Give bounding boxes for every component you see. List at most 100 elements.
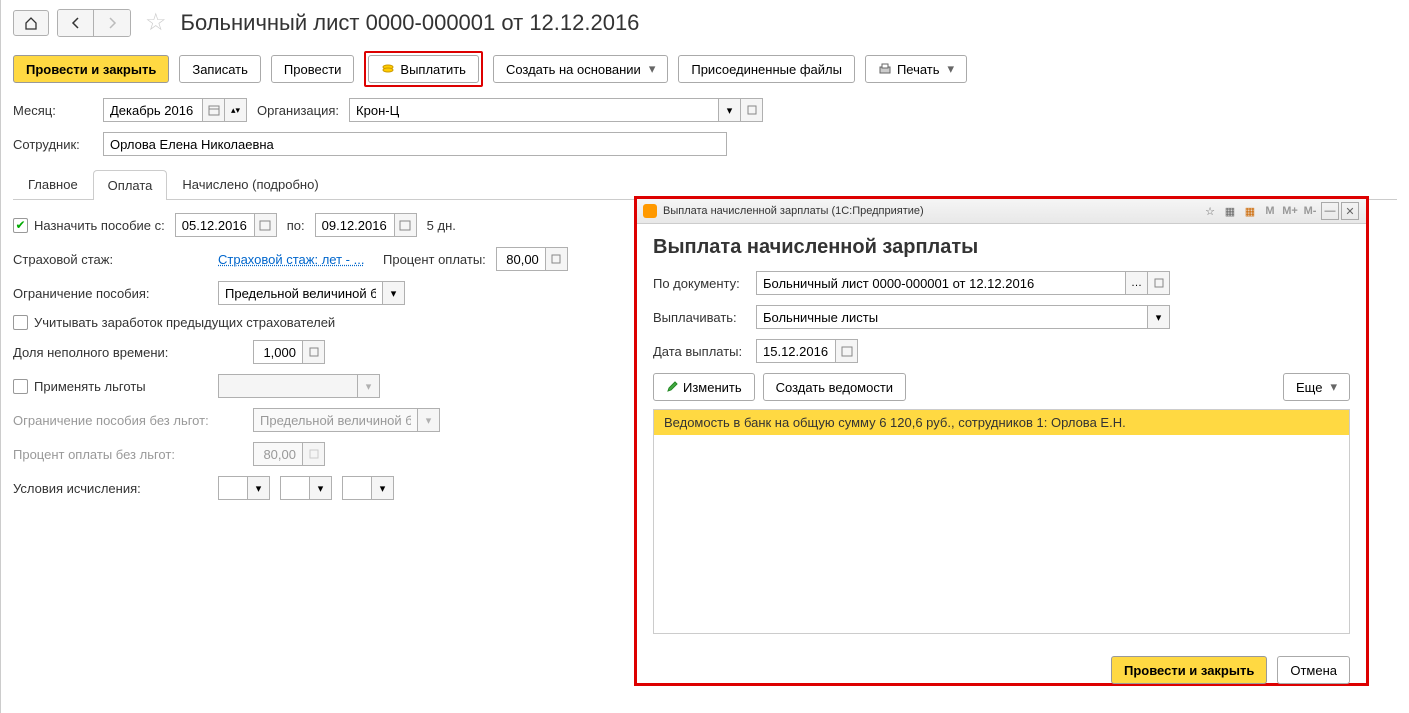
home-icon — [24, 16, 38, 30]
pay-type-label: Выплачивать: — [653, 310, 748, 325]
limit-dropdown-button[interactable]: ▾ — [383, 281, 405, 305]
back-button[interactable] — [58, 10, 94, 36]
part-time-input[interactable] — [253, 340, 303, 364]
percent-no-benefits-label: Процент оплаты без льгот: — [13, 447, 243, 462]
spinner-button[interactable]: ▴▾ — [225, 98, 247, 122]
save-button[interactable]: Записать — [179, 55, 261, 83]
employee-input[interactable] — [103, 132, 727, 156]
edit-label: Изменить — [683, 380, 742, 395]
pay-date-input[interactable] — [756, 339, 836, 363]
month-input-group: ▴▾ — [103, 98, 247, 122]
nav-group — [57, 9, 131, 37]
calculator-icon — [551, 254, 561, 264]
by-doc-open-button[interactable] — [1148, 271, 1170, 295]
cond2-group: ▾ — [280, 476, 332, 500]
cond1-group: ▾ — [218, 476, 270, 500]
percent-no-benefits-group — [253, 442, 325, 466]
post-and-close-button[interactable]: Провести и закрыть — [13, 55, 169, 83]
home-button[interactable] — [13, 10, 49, 36]
list-item[interactable]: Ведомость в банк на общую сумму 6 120,6 … — [654, 410, 1349, 435]
by-doc-input[interactable] — [756, 271, 1126, 295]
employee-row: Сотрудник: — [1, 127, 1409, 161]
calc-conditions-label: Условия исчисления: — [13, 481, 208, 496]
more-button[interactable]: Еще ▾ — [1283, 373, 1350, 401]
cond3-dropdown[interactable]: ▾ — [372, 476, 394, 500]
attached-files-button[interactable]: Присоединенные файлы — [678, 55, 855, 83]
mem-m-button[interactable]: M — [1261, 202, 1279, 220]
insurance-link[interactable]: Страховой стаж: лет - ... — [218, 252, 373, 267]
minimize-icon[interactable]: — — [1321, 202, 1339, 220]
mem-mplus-button[interactable]: M+ — [1281, 202, 1299, 220]
assign-benefit-checkbox-wrap[interactable]: ✔ Назначить пособие с: — [13, 218, 165, 233]
pay-date-calendar-button[interactable] — [836, 339, 858, 363]
open-button[interactable] — [741, 98, 763, 122]
dropdown-button[interactable]: ▾ — [719, 98, 741, 122]
mem-mminus-button[interactable]: M- — [1301, 202, 1319, 220]
popup-title: Выплата начисленной зарплаты — [653, 236, 1350, 259]
part-time-label: Доля неполного времени: — [13, 345, 243, 360]
cond2-input[interactable] — [280, 476, 310, 500]
org-input-group: ▾ — [349, 98, 763, 122]
apply-benefits-checkbox-wrap[interactable]: Применять льготы — [13, 379, 208, 394]
calc-icon[interactable]: ▦ — [1221, 202, 1239, 220]
arrow-left-icon — [69, 16, 83, 30]
create-based-button[interactable]: Создать на основании ▾ — [493, 55, 668, 83]
tab-main[interactable]: Главное — [13, 169, 93, 199]
pay-date-label: Дата выплаты: — [653, 344, 748, 359]
pay-percent-input[interactable] — [496, 247, 546, 271]
post-button[interactable]: Провести — [271, 55, 355, 83]
date-to-input[interactable] — [315, 213, 395, 237]
sheets-list[interactable]: Ведомость в банк на общую сумму 6 120,6 … — [653, 409, 1350, 634]
print-button[interactable]: Печать ▾ — [865, 55, 967, 83]
date-from-calendar-button[interactable] — [255, 213, 277, 237]
by-doc-select-button[interactable]: … — [1126, 271, 1148, 295]
month-input[interactable] — [103, 98, 203, 122]
favorite-star-icon[interactable]: ☆ — [145, 8, 167, 37]
prev-insurers-label: Учитывать заработок предыдущих страховат… — [34, 315, 335, 330]
popup-body: Выплата начисленной зарплаты По документ… — [637, 224, 1366, 646]
header: ☆ Больничный лист 0000-000001 от 12.12.2… — [1, 0, 1409, 45]
calendar-icon — [399, 219, 411, 231]
more-label: Еще — [1296, 380, 1322, 395]
part-time-calc-button[interactable] — [303, 340, 325, 364]
org-input[interactable] — [349, 98, 719, 122]
chevron-down-icon: ▾ — [649, 61, 656, 77]
calendar-icon — [841, 345, 853, 357]
create-sheets-button[interactable]: Создать ведомости — [763, 373, 906, 401]
forward-button[interactable] — [94, 10, 130, 36]
edit-button[interactable]: Изменить — [653, 373, 755, 401]
cond1-dropdown[interactable]: ▾ — [248, 476, 270, 500]
calendar-icon — [259, 219, 271, 231]
date-to-group — [315, 213, 417, 237]
checkbox-icon — [13, 379, 28, 394]
bookmark-icon[interactable]: ☆ — [1201, 202, 1219, 220]
popup-toolbar2: Изменить Создать ведомости Еще ▾ — [653, 373, 1350, 401]
date-to-calendar-button[interactable] — [395, 213, 417, 237]
tab-accrued[interactable]: Начислено (подробно) — [167, 169, 333, 199]
limit-group: ▾ — [218, 281, 405, 305]
pay-button-label: Выплатить — [400, 62, 466, 77]
percent-no-benefits-input — [253, 442, 303, 466]
prev-insurers-checkbox-wrap[interactable]: Учитывать заработок предыдущих страховат… — [13, 315, 335, 330]
close-icon[interactable]: ✕ — [1341, 202, 1359, 220]
cond2-dropdown[interactable]: ▾ — [310, 476, 332, 500]
date-to-label: по: — [287, 218, 305, 233]
cond3-input[interactable] — [342, 476, 372, 500]
popup-cancel-button[interactable]: Отмена — [1277, 656, 1350, 684]
cond1-input[interactable] — [218, 476, 248, 500]
calc-button[interactable] — [546, 247, 568, 271]
month-label: Месяц: — [13, 103, 93, 118]
calendar-popup-icon[interactable]: ▦ — [1241, 202, 1259, 220]
calendar-button[interactable] — [203, 98, 225, 122]
percent-no-benefits-calc-button — [303, 442, 325, 466]
pay-type-dropdown-button[interactable]: ▾ — [1148, 305, 1170, 329]
tab-payment[interactable]: Оплата — [93, 170, 168, 200]
pay-type-input[interactable] — [756, 305, 1148, 329]
limit-input[interactable] — [218, 281, 383, 305]
pay-type-row: Выплачивать: ▾ — [653, 305, 1350, 329]
printer-icon — [878, 62, 892, 76]
days-label: 5 дн. — [427, 218, 456, 233]
popup-post-close-button[interactable]: Провести и закрыть — [1111, 656, 1267, 684]
date-from-input[interactable] — [175, 213, 255, 237]
pay-button[interactable]: Выплатить — [368, 55, 479, 83]
